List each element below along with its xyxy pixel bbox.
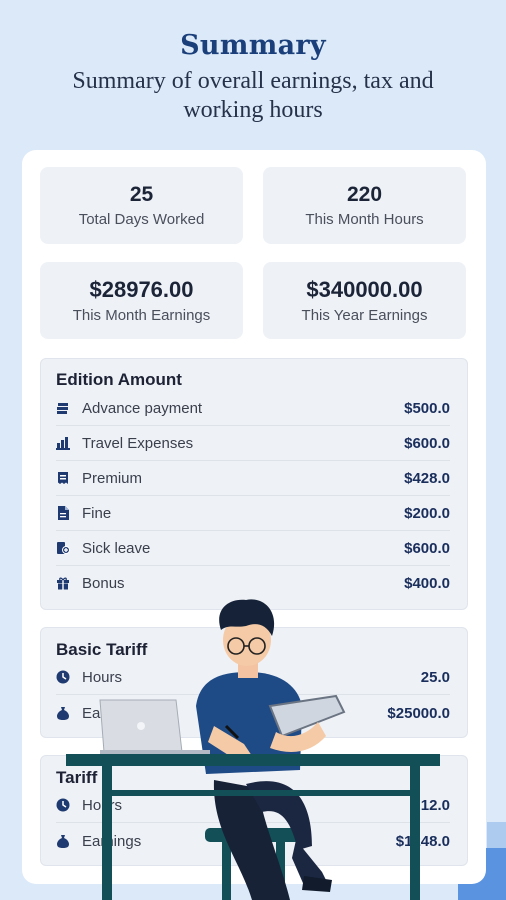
item-label: Hours [82,669,123,686]
money-bag-icon [57,707,69,720]
item-amount: $1248.0 [395,833,450,850]
item-label: Travel Expenses [82,435,194,452]
basic-tariff-section: Basic Tariff Hours 25.0 Earnings $25000.… [40,627,468,738]
list-item: Premium $428.0 [56,461,450,496]
list-item: Earnings $25000.0 [56,696,450,731]
list-item: Travel Expenses $600.0 [56,426,450,461]
stat-label: This Month Earnings [72,307,211,324]
page-title: Summary [180,30,326,61]
stat-month-earnings: $28976.00 This Month Earnings [40,262,243,339]
receipt-icon [58,472,68,484]
stat-label: This Month Hours [305,211,424,228]
list-item: Fine $200.0 [56,496,450,531]
stat-year-earnings: $340000.00 This Year Earnings [263,262,466,339]
item-amount: $600.0 [404,435,450,452]
item-label: Premium [82,470,143,487]
stat-value: $28976.00 [89,277,194,302]
item-amount: $428.0 [404,470,450,487]
item-label: Advance payment [82,400,203,417]
item-label: Sick leave [82,540,151,557]
stat-value: $340000.00 [306,277,423,302]
item-label: Earnings [82,705,142,722]
edition-amount-section: Edition Amount Advance payment $500.0 Tr… [40,358,468,610]
money-stack-icon [57,403,68,414]
header: Summary Summary of overall earnings, tax… [0,30,506,125]
stat-label: Total Days Worked [78,211,205,228]
clock-icon [56,798,70,812]
section-title: Edition Amount [56,370,182,389]
list-item: Hours 12.0 [56,788,450,823]
document-icon [58,506,69,520]
clock-icon [56,670,70,684]
gift-icon [57,577,69,590]
list-item: Sick leave $600.0 [56,531,450,566]
bar-chart-icon [56,437,70,450]
stat-month-hours: 220 This Month Hours [263,167,466,244]
stat-value: 25 [129,183,154,206]
medical-icon [57,542,70,554]
item-amount: 25.0 [420,669,450,686]
item-amount: $500.0 [404,400,450,417]
list-item: Advance payment $500.0 [56,391,450,426]
item-amount: 12.0 [420,797,450,814]
item-label: Hours [82,797,123,814]
item-amount: $600.0 [404,540,450,557]
item-amount: $400.0 [404,575,450,592]
list-item: Earnings $1248.0 [56,824,450,859]
item-amount: $200.0 [404,505,450,522]
item-amount: $25000.0 [387,705,450,722]
item-label: Earnings [82,833,142,850]
stat-value: 220 [346,183,383,206]
item-label: Bonus [82,575,125,592]
page-subtitle: Summary of overall earnings, tax and wor… [72,68,434,123]
stat-label: This Year Earnings [301,307,428,324]
money-bag-icon [57,835,69,848]
section-title: Tariff [56,768,98,787]
list-item: Bonus $400.0 [56,566,450,601]
section-title: Basic Tariff [56,640,148,659]
tariff-section: Tariff Hours 12.0 Earnings $1248.0 [40,755,468,866]
summary-card: 25 Total Days Worked 220 This Month Hour… [22,150,486,884]
item-label: Fine [82,505,112,522]
stat-days-worked: 25 Total Days Worked [40,167,243,244]
list-item: Hours 25.0 [56,660,450,695]
